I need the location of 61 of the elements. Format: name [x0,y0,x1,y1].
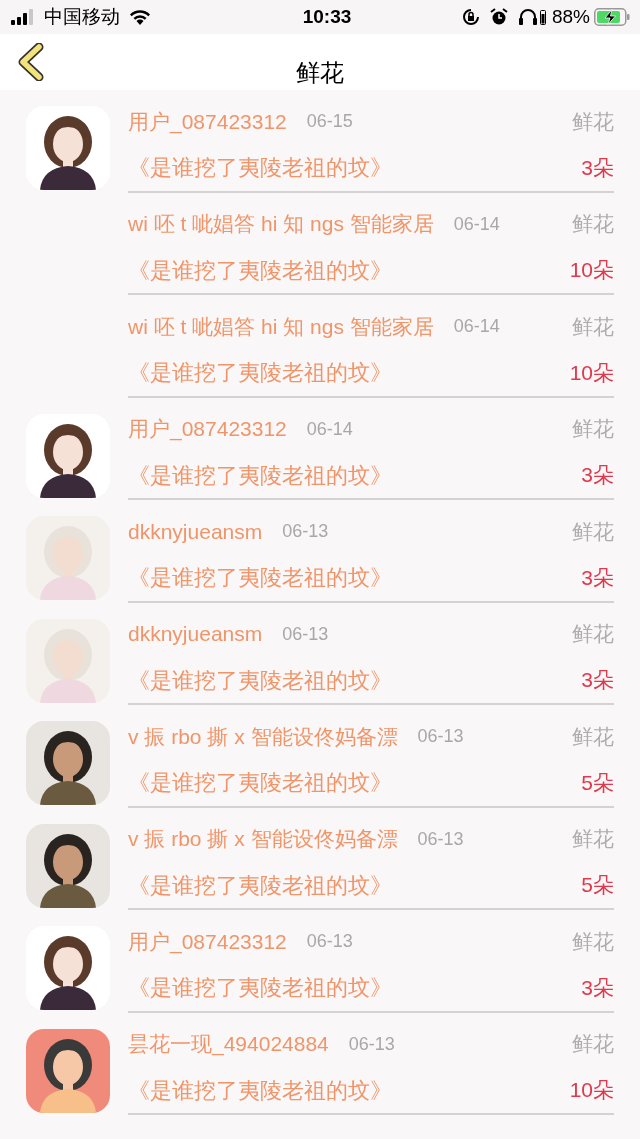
user-name: v 振 rbo 撕 x 智能设佟妈备漂 [128,826,398,853]
user-name: 用户_087423312 [128,928,287,956]
gift-type: 鲜花 [572,313,614,340]
alarm-icon [489,8,508,26]
date-text: 06-15 [306,110,353,133]
date-text: 06-13 [282,622,329,646]
headphones-icon [517,8,538,26]
battery-percentage: 88% [551,4,590,29]
gift-type: 鲜花 [572,621,614,648]
flower-count: 3朵 [581,564,614,591]
book-title: 《是谁挖了夷陵老祖的坟》 [128,666,392,695]
carrier-name: 中国移动 [44,4,120,29]
user-name: wi 呸 t 呲娼答 hi 知 ngs 智能家居 [128,211,434,238]
book-title: 《是谁挖了夷陵老祖的坟》 [128,256,392,285]
flower-count: 3朵 [581,974,614,1001]
book-title: 《是谁挖了夷陵老祖的坟》 [128,1076,392,1105]
date-text: 06-14 [453,315,500,338]
gift-type: 鲜花 [572,928,614,955]
book-title: 《是谁挖了夷陵老祖的坟》 [128,769,392,797]
user-name: dkknyjueansm [128,518,263,545]
book-title: 《是谁挖了夷陵老祖的坟》 [128,461,392,490]
flower-count: 3朵 [581,462,614,489]
gift-type: 鲜花 [572,518,614,545]
gift-type: 鲜花 [572,211,614,238]
gift-type: 鲜花 [572,108,614,135]
rotation-lock-icon [461,8,480,26]
date-text: 06-13 [417,827,464,851]
user-name: 用户_087423312 [128,108,287,136]
date-text: 06-13 [348,1032,395,1056]
gift-type: 鲜花 [572,416,614,443]
date-text: 06-13 [417,725,464,748]
gift-type: 鲜花 [572,723,614,750]
book-title: 《是谁挖了夷陵老祖的坟》 [128,564,392,592]
flower-count: 10朵 [569,257,614,284]
battery-small-icon [539,9,546,25]
user-name: v 振 rbo 撕 x 智能设佟妈备漂 [128,723,398,750]
flower-count: 5朵 [581,769,614,796]
battery-charging-icon [594,8,630,26]
date-text: 06-13 [282,520,329,543]
gift-type: 鲜花 [572,1031,614,1058]
flower-count: 3朵 [581,667,614,694]
date-text: 06-13 [306,930,353,953]
flower-count: 10朵 [569,1077,614,1104]
book-title: 《是谁挖了夷陵老祖的坟》 [128,359,392,387]
flower-count: 5朵 [581,872,614,899]
book-title: 《是谁挖了夷陵老祖的坟》 [128,154,392,182]
book-title: 《是谁挖了夷陵老祖的坟》 [128,871,392,900]
user-name: 昙花一现_494024884 [128,1031,329,1058]
signal-icon [10,9,36,25]
flower-count: 3朵 [581,154,614,181]
gift-type: 鲜花 [572,826,614,853]
date-text: 06-14 [306,417,353,441]
user-name: dkknyjueansm [128,621,263,648]
clock-time: 10:33 [302,4,352,29]
flower-count: 10朵 [569,359,614,386]
wifi-icon [128,8,152,26]
page-title: 鲜花 [296,58,344,88]
book-title: 《是谁挖了夷陵老祖的坟》 [128,974,392,1002]
user-name: wi 呸 t 呲娼答 hi 知 ngs 智能家居 [128,313,434,340]
date-text: 06-14 [453,212,500,236]
user-name: 用户_087423312 [128,416,287,443]
